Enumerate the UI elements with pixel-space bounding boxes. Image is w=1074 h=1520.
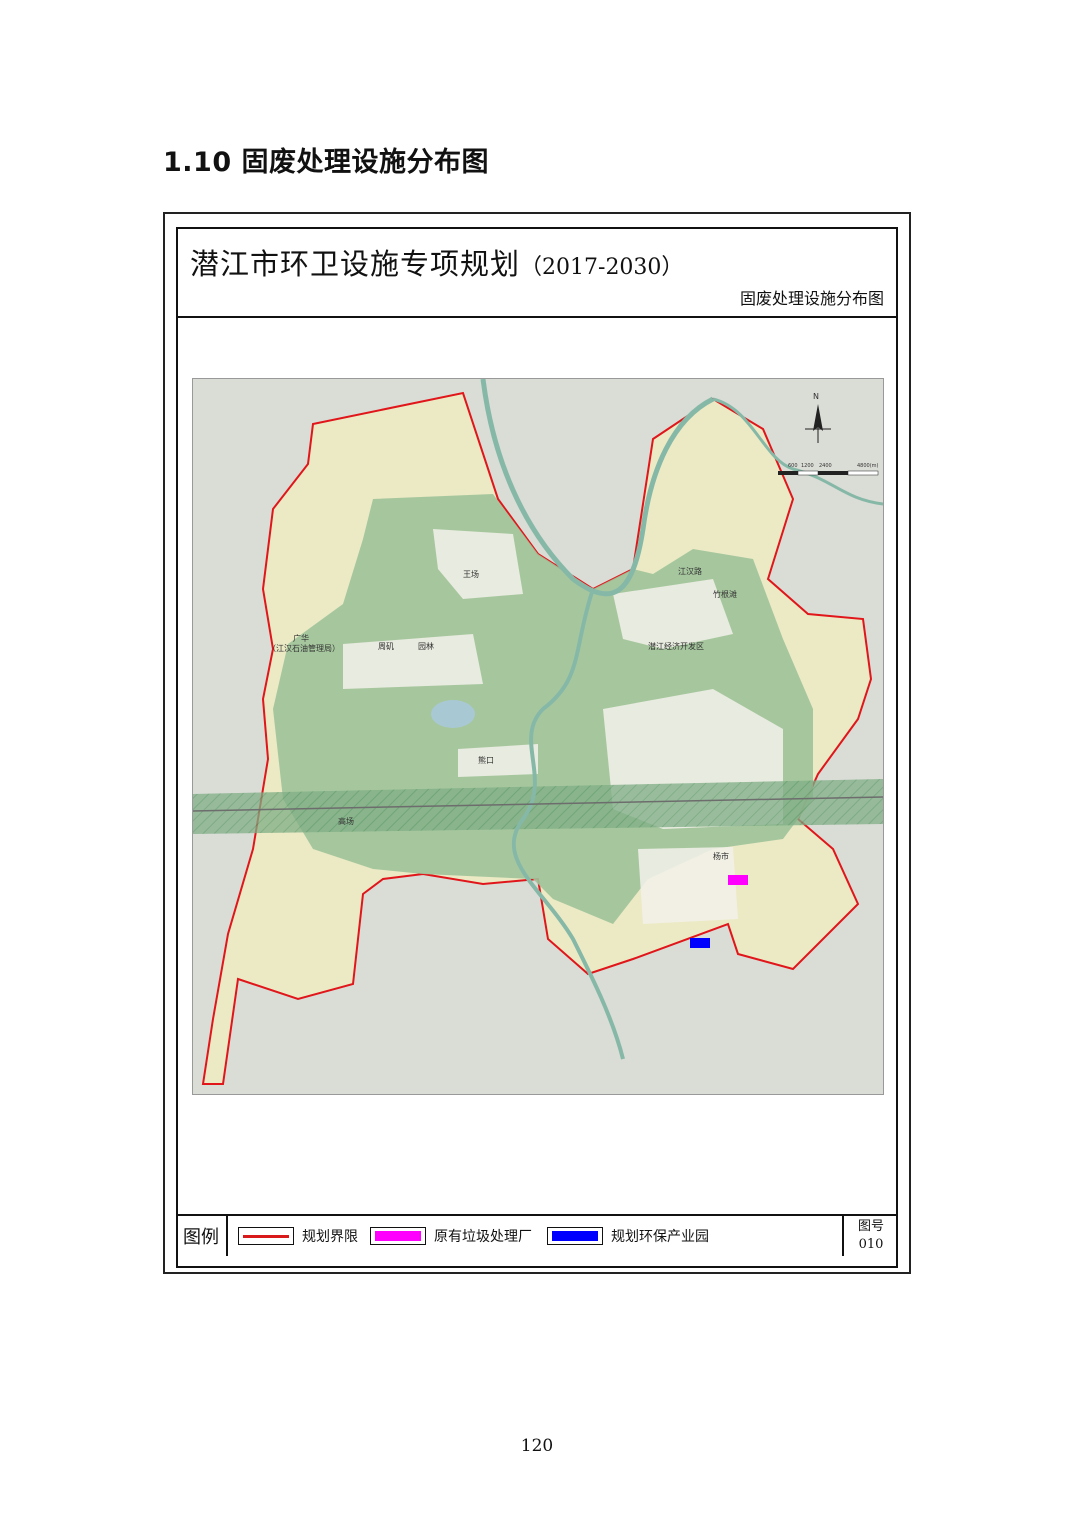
map-label-yuanlin: 园林 <box>418 641 434 651</box>
legend-item-eco-park: 规划环保产业园 <box>547 1226 709 1246</box>
lake <box>431 700 475 728</box>
map-image[interactable]: 王场 竹根滩 潜江经济开发区 广华 （江汉石油管理局） 周矶 园林 熊口 高场 … <box>192 378 884 1095</box>
section-title: 固废处理设施分布图 <box>241 147 490 178</box>
existing-landfill-marker[interactable] <box>728 875 748 885</box>
planned-eco-park-marker[interactable] <box>690 938 710 948</box>
map-label-xiongkou: 熊口 <box>478 755 494 765</box>
legend-item-landfill: 原有垃圾处理厂 <box>370 1226 532 1246</box>
map-subtitle: 固废处理设施分布图 <box>739 289 884 308</box>
section-heading: 1.10 固废处理设施分布图 <box>163 140 489 179</box>
map-label-zhouji: 周矶 <box>378 642 394 651</box>
svg-text:2400: 2400 <box>819 463 832 469</box>
legend-label-landfill: 原有垃圾处理厂 <box>434 1229 532 1245</box>
legend-swatch-landfill <box>370 1227 426 1245</box>
map-label-wangchang: 王场 <box>463 570 479 579</box>
plan-title: 潜江市环卫设施专项规划（2017-2030） <box>190 241 683 283</box>
legend-item-boundary: 规划界限 <box>238 1226 358 1246</box>
map-canvas[interactable]: 王场 竹根滩 潜江经济开发区 广华 （江汉石油管理局） 周矶 园林 熊口 高场 … <box>193 379 883 1094</box>
map-label-gaochang: 高场 <box>338 816 354 826</box>
title-block: 潜江市环卫设施专项规划（2017-2030） 固废处理设施分布图 <box>176 227 898 318</box>
legend-swatch-boundary <box>238 1227 294 1245</box>
page-number: 120 <box>520 1436 554 1456</box>
map-label-zhugentan: 竹根滩 <box>713 589 737 599</box>
svg-text:600: 600 <box>788 463 798 469</box>
figure-number: 010 <box>858 1237 884 1252</box>
section-number: 1.10 <box>163 147 232 178</box>
map-label-guanghua: 广华 <box>293 633 309 643</box>
plan-years: （2017-2030） <box>520 255 684 280</box>
svg-text:4800(m): 4800(m) <box>857 463 879 469</box>
legend-swatch-eco-park <box>547 1227 603 1245</box>
svg-text:1200: 1200 <box>801 463 814 469</box>
legend-label-boundary: 规划界限 <box>302 1229 358 1245</box>
map-label-yangshi: 杨市 <box>713 851 729 861</box>
map-label-jianghan: 江汉路 <box>678 566 702 576</box>
legend-bar: 图例 规划界限 原有垃圾处理厂 规划环保产业园 图号 010 <box>176 1214 898 1268</box>
urban-block-yuanlin <box>458 744 538 777</box>
figure-number-label: 图号 <box>857 1219 884 1234</box>
map-label-econ-zone: 潜江经济开发区 <box>648 641 704 651</box>
svg-text:N: N <box>813 392 819 401</box>
legend-title: 图例 <box>176 1216 228 1256</box>
map-label-oilfield: （江汉石油管理局） <box>268 643 340 653</box>
figure-number-box: 图号 010 <box>842 1216 898 1256</box>
legend-label-eco-park: 规划环保产业园 <box>611 1229 709 1245</box>
plan-title-text: 潜江市环卫设施专项规划 <box>190 247 521 281</box>
